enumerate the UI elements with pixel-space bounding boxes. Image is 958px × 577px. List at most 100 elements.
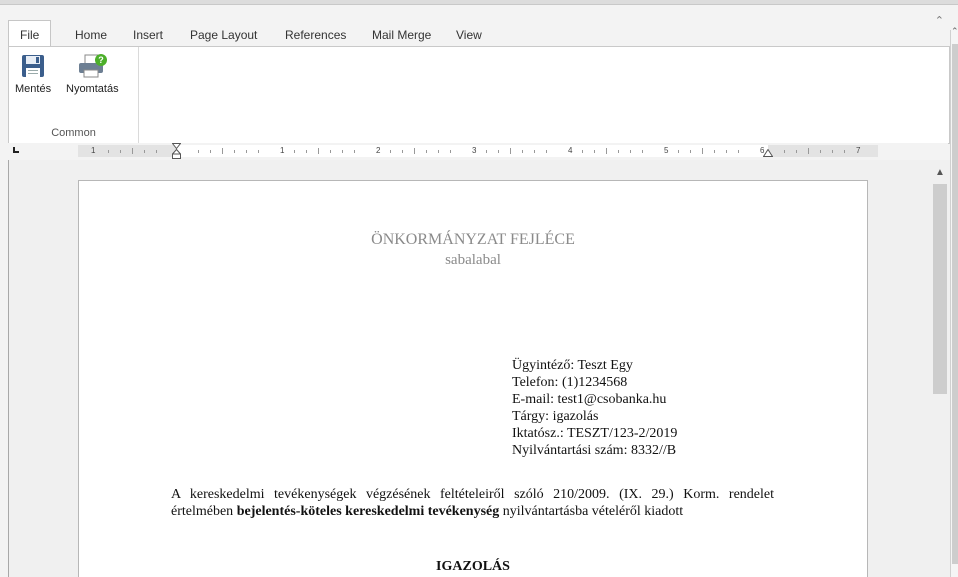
ruler-tick: [498, 150, 499, 153]
tab-home[interactable]: Home: [75, 22, 107, 46]
scroll-up-arrow-icon[interactable]: ▲: [935, 167, 945, 178]
ribbon-group-common: Mentés ? Nyomtatás Common: [9, 47, 139, 143]
ruler-tick: [510, 148, 511, 154]
ruler-tick: [784, 150, 785, 153]
meta-line-registry-number: Nyilvántartási szám: 8332//B: [512, 443, 677, 458]
ruler-number: 1: [280, 146, 285, 155]
outer-scroll-up-arrow-icon[interactable]: ⌃: [951, 26, 958, 37]
ruler-row: 1 1 2 3 4 5 6 7: [8, 143, 948, 159]
scrollbar-thumb[interactable]: [933, 184, 947, 394]
save-button-label: Mentés: [15, 83, 52, 95]
ruler-number: 1: [91, 146, 96, 155]
meta-line-file-number: Iktatósz.: TESZT/123-2/2019: [512, 426, 678, 441]
ruler-tick: [702, 148, 703, 154]
ruler-tick: [606, 148, 607, 154]
ruler-tick: [342, 150, 343, 153]
ruler-tick: [390, 150, 391, 153]
ruler-tick: [414, 148, 415, 154]
ribbon-panel: Mentés ? Nyomtatás Common: [8, 46, 950, 144]
ruler-tick: [426, 150, 427, 153]
ruler-number: 7: [856, 146, 861, 155]
ruler-tick: [120, 150, 121, 153]
outer-scrollbar-thumb[interactable]: [952, 44, 958, 564]
ruler-tick: [690, 150, 691, 153]
tab-insert[interactable]: Insert: [133, 22, 163, 46]
ribbon-tab-bar: File Home Insert Page Layout References …: [8, 20, 948, 47]
body-text-bold: bejelentés-köteles kereskedelmi tevékeny…: [236, 504, 500, 519]
ruler-tick: [832, 150, 833, 153]
ruler-tick: [246, 150, 247, 153]
ruler-number: 4: [568, 146, 573, 155]
ruler-tick: [402, 150, 403, 153]
ruler-tick: [354, 150, 355, 153]
meta-line-subject: Tárgy: igazolás: [512, 409, 599, 424]
ruler-tick: [714, 150, 715, 153]
document-workspace[interactable]: ÖNKORMÁNYZAT FEJLÉCE sabalabal Ügyintéző…: [8, 160, 931, 577]
ruler-tick: [630, 150, 631, 153]
ruler-tick: [642, 150, 643, 153]
document-body-paragraph: A kereskedelmi tevékenységek végzésének …: [171, 486, 774, 520]
letterhead-title: ÖNKORMÁNYZAT FEJLÉCE: [371, 231, 575, 248]
printer-icon: ?: [79, 54, 108, 78]
ruler-tick: [144, 150, 145, 153]
ruler-tick: [522, 150, 523, 153]
vertical-scrollbar[interactable]: ▲: [930, 160, 950, 577]
ruler-tick: [306, 150, 307, 153]
tab-file[interactable]: File: [8, 20, 52, 47]
ruler-tick: [738, 150, 739, 153]
svg-text:?: ?: [99, 55, 105, 65]
ruler-tick: [594, 150, 595, 153]
group-label-common: Common: [51, 127, 96, 139]
ruler-tick: [318, 148, 319, 154]
ruler-tick: [582, 150, 583, 153]
tab-selector-icon[interactable]: [12, 146, 20, 154]
ruler-tick: [534, 150, 535, 153]
ruler-number: 5: [664, 146, 669, 155]
tab-view[interactable]: View: [456, 22, 482, 46]
ruler-number: 3: [472, 146, 477, 155]
ruler-tick: [438, 150, 439, 153]
ruler-tick: [450, 150, 451, 153]
print-button[interactable]: ? Nyomtatás: [66, 53, 119, 95]
meta-line-email: E-mail: test1@csobanka.hu: [512, 392, 667, 407]
meta-line-phone: Telefon: (1)1234568: [512, 375, 628, 390]
indent-marker-icon[interactable]: [172, 143, 181, 159]
ruler-tick: [330, 150, 331, 153]
document-page[interactable]: ÖNKORMÁNYZAT FEJLÉCE sabalabal Ügyintéző…: [78, 180, 868, 577]
collapse-ribbon-icon[interactable]: ⌃: [935, 14, 944, 27]
tab-mail-merge[interactable]: Mail Merge: [372, 22, 431, 46]
ruler-tick: [546, 150, 547, 153]
ruler-tick: [234, 150, 235, 153]
floppy-disk-icon: [22, 55, 45, 77]
ruler-tick: [198, 150, 199, 153]
ruler-tick: [486, 150, 487, 153]
ruler-tick: [132, 148, 133, 154]
ruler-tick: [678, 150, 679, 153]
ruler-tick: [618, 150, 619, 153]
ruler-tick: [210, 150, 211, 153]
ruler-tick: [222, 148, 223, 154]
outer-scrollbar[interactable]: ⌃: [950, 26, 958, 577]
right-indent-marker-icon[interactable]: [763, 149, 773, 157]
meta-line-case-officer: Ügyintéző: Teszt Egy: [512, 358, 633, 373]
ruler-tick: [844, 150, 845, 153]
tab-references[interactable]: References: [285, 22, 346, 46]
ruler-tick: [294, 150, 295, 153]
body-text-outro: nyilvántartásba vételéről kiadott: [502, 504, 684, 519]
ruler-tick: [108, 150, 109, 153]
print-button-label: Nyomtatás: [66, 83, 119, 95]
tab-page-layout[interactable]: Page Layout: [190, 22, 257, 46]
letterhead-subtitle: sabalabal: [445, 252, 501, 268]
document-section-title: IGAZOLÁS: [436, 559, 510, 574]
document-meta-block: Ügyintéző: Teszt Egy Telefon: (1)1234568…: [512, 357, 677, 459]
ruler-tick: [820, 150, 821, 153]
save-button[interactable]: Mentés: [15, 53, 51, 95]
ruler-tick: [808, 148, 809, 154]
window-top-border: [0, 0, 958, 5]
ruler-tick: [726, 150, 727, 153]
ruler-tick: [156, 150, 157, 153]
ruler-number: 2: [376, 146, 381, 155]
ruler-tick: [796, 150, 797, 153]
horizontal-ruler[interactable]: 1 1 2 3 4 5 6 7: [78, 143, 878, 159]
ruler-tick: [258, 150, 259, 153]
